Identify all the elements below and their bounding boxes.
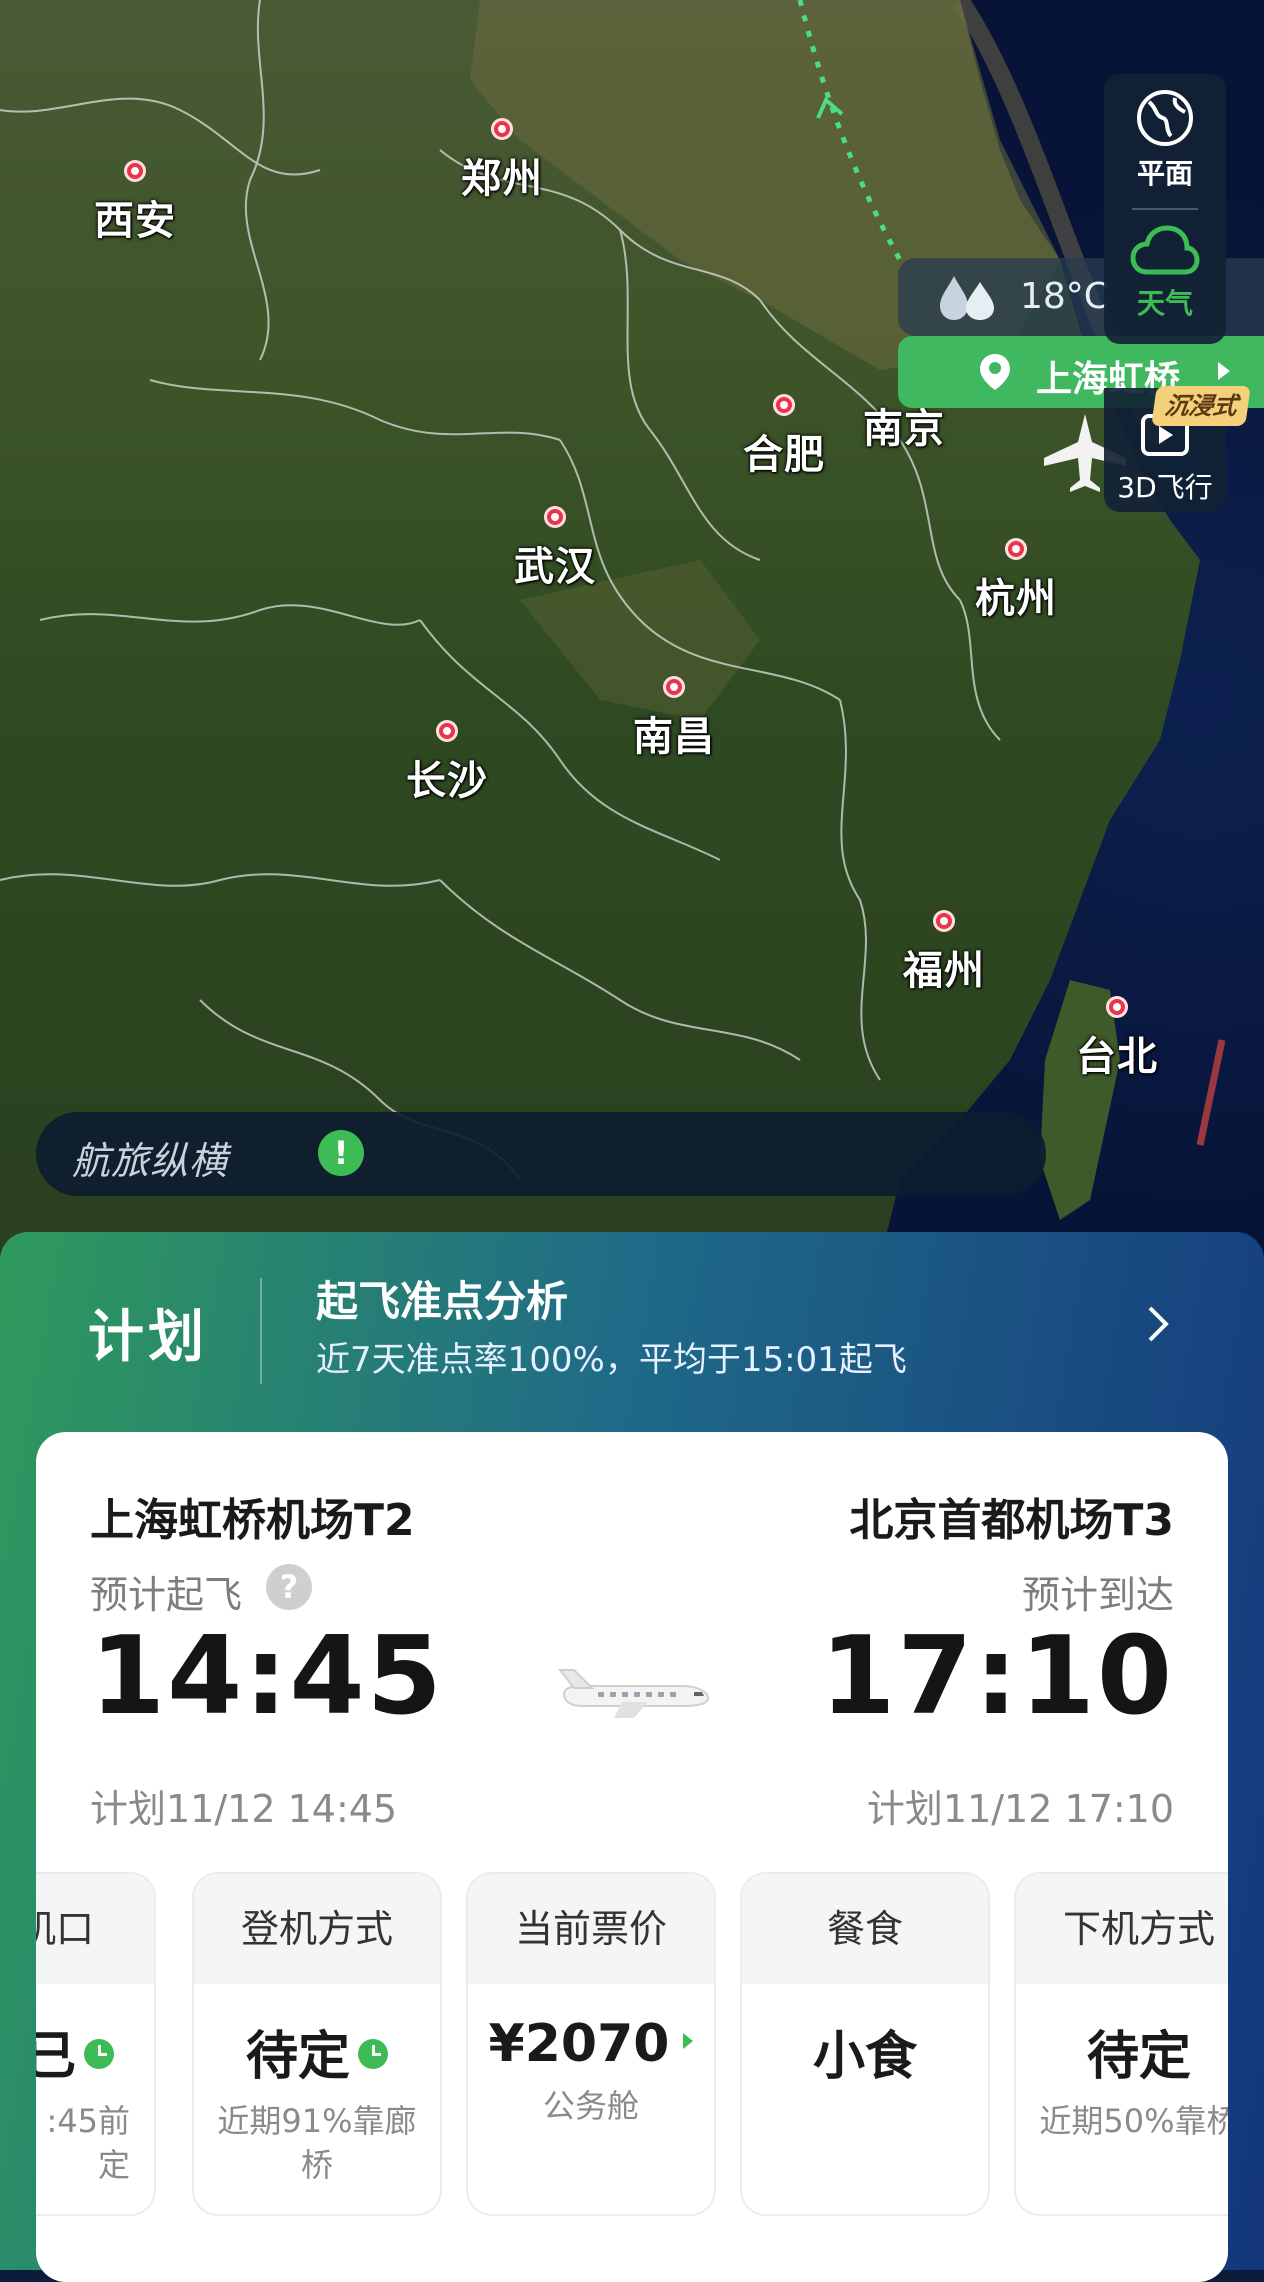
city-marker-hefei[interactable]: 合肥 — [743, 394, 825, 480]
flight-status: 计划 — [88, 1305, 208, 1370]
city-label: 武汉 — [514, 544, 596, 590]
pin-icon — [491, 118, 513, 140]
fly3d-label: 3D飞行 — [1117, 471, 1213, 504]
flight-detail-sheet: 计划 起飞准点分析 近7天准点率100%，平均于15:01起飞 上海虹桥机场T2… — [0, 1232, 1264, 2282]
controls-divider — [1132, 208, 1198, 210]
info-card-head: 餐食 — [742, 1874, 988, 1984]
info-card-value: 小食 — [812, 2027, 917, 2087]
alert-icon: ! — [318, 1130, 364, 1176]
punctuality-title: 起飞准点分析 — [316, 1277, 569, 1326]
cloud-icon — [1130, 225, 1200, 275]
flight-map[interactable]: 西安 郑州 合肥 南京 武汉 杭州 南昌 长沙 福州 台北 18°C 上海虹桥 … — [0, 0, 1264, 1260]
info-card-sub: 近期50%靠桥 — [1039, 2102, 1228, 2140]
arrival-scheduled: 计划11/12 17:10 — [866, 1787, 1174, 1831]
city-marker-nanchang[interactable]: 南昌 — [633, 676, 715, 762]
question-icon[interactable]: ? — [266, 1564, 312, 1610]
pin-icon — [663, 676, 685, 698]
brand-banner[interactable]: 航旅纵横 ! — [36, 1112, 1046, 1196]
city-label: 郑州 — [461, 156, 543, 202]
info-card-sub: 公务舱 — [542, 2087, 639, 2125]
weather-toggle-label: 天气 — [1136, 287, 1193, 320]
info-card-head: 机口 — [36, 1874, 154, 1984]
departure-scheduled: 计划11/12 14:45 — [90, 1787, 398, 1831]
info-cards-strip[interactable]: 机口 已 :45前 定 登机方式 待定 近期91%靠廊桥 当前票价 ¥2070 … — [36, 1872, 1228, 2222]
flight-info-card: 上海虹桥机场T2 北京首都机场T3 预计起飞 ? 预计到达 14:45 17:1… — [36, 1432, 1228, 2282]
punctuality-subtitle: 近7天准点率100%，平均于15:01起飞 — [316, 1340, 907, 1380]
pin-icon — [436, 720, 458, 742]
info-card-value: 待定 — [1086, 2027, 1191, 2087]
map-terrain — [0, 0, 1264, 1260]
info-card-value: ¥2070 — [468, 2014, 714, 2074]
departure-airport[interactable]: 上海虹桥机场T2 — [90, 1484, 415, 1548]
brand-logo: 航旅纵横 — [72, 1139, 229, 1183]
info-card-sub: 近期91%靠廊桥 — [217, 2102, 417, 2184]
arrival-est-label: 预计到达 — [1021, 1573, 1174, 1617]
info-card-boarding[interactable]: 登机方式 待定 近期91%靠廊桥 — [192, 1872, 442, 2216]
weather-temp: 18°C — [1020, 276, 1109, 317]
status-divider — [260, 1278, 262, 1384]
info-card-value: 已 — [36, 2014, 154, 2089]
globe-icon — [1137, 90, 1193, 146]
weather-toggle-button[interactable]: 天气 — [1104, 224, 1226, 322]
pin-icon — [544, 506, 566, 528]
city-marker-hangzhou[interactable]: 杭州 — [975, 538, 1057, 624]
rain-drops-icon — [940, 276, 994, 320]
info-card-head: 下机方式 — [1016, 1874, 1228, 1984]
arrival-airport[interactable]: 北京首都机场T3 — [849, 1484, 1174, 1548]
city-label: 台北 — [1076, 1034, 1158, 1080]
city-marker-taipei[interactable]: 台北 — [1076, 996, 1158, 1082]
flat-view-button[interactable]: 平面 — [1104, 88, 1226, 192]
pin-icon — [773, 394, 795, 416]
info-card-head: 当前票价 — [468, 1874, 714, 1984]
city-label: 西安 — [94, 198, 176, 244]
airplane-icon — [557, 1669, 710, 1718]
arrival-time: 17:10 — [820, 1614, 1174, 1739]
city-marker-xian[interactable]: 西安 — [94, 160, 176, 246]
departure-time: 14:45 — [90, 1614, 444, 1739]
info-card-deplane[interactable]: 下机方式 待定 近期50%靠桥 — [1014, 1872, 1228, 2216]
caret-right-icon — [683, 2033, 694, 2049]
chevron-right-icon — [1148, 1306, 1169, 1342]
caret-right-icon — [1218, 362, 1230, 380]
city-marker-wuhan[interactable]: 武汉 — [514, 506, 596, 592]
city-marker-fuzhou[interactable]: 福州 — [903, 910, 985, 996]
pin-icon — [933, 910, 955, 932]
city-label: 南昌 — [633, 714, 715, 760]
city-marker-zhengzhou[interactable]: 郑州 — [461, 118, 543, 204]
city-label: 长沙 — [406, 758, 488, 804]
pin-icon — [1005, 538, 1027, 560]
info-card-meal[interactable]: 餐食 小食 — [740, 1872, 990, 2216]
info-card-head: 登机方式 — [194, 1874, 440, 1984]
pin-icon — [1106, 996, 1128, 1018]
info-card-fare[interactable]: 当前票价 ¥2070 公务舱 — [466, 1872, 716, 2216]
info-card-value: 待定 — [194, 2014, 440, 2089]
immersive-badge: 沉浸式 — [1151, 386, 1251, 426]
location-pin-icon — [980, 354, 1010, 390]
pin-icon — [124, 160, 146, 182]
city-label: 杭州 — [975, 576, 1057, 622]
city-label: 合肥 — [743, 432, 825, 478]
info-card-gate[interactable]: 机口 已 :45前 定 — [36, 1872, 156, 2216]
flat-view-label: 平面 — [1136, 157, 1193, 190]
map-controls-panel: 平面 天气 — [1104, 74, 1226, 344]
info-card-sub: :45前 定 — [46, 2102, 130, 2184]
clock-icon — [84, 2039, 114, 2069]
departure-est-label: 预计起飞 — [90, 1573, 243, 1617]
city-label: 福州 — [903, 948, 985, 994]
city-marker-changsha[interactable]: 长沙 — [406, 720, 488, 806]
clock-icon — [358, 2039, 388, 2069]
